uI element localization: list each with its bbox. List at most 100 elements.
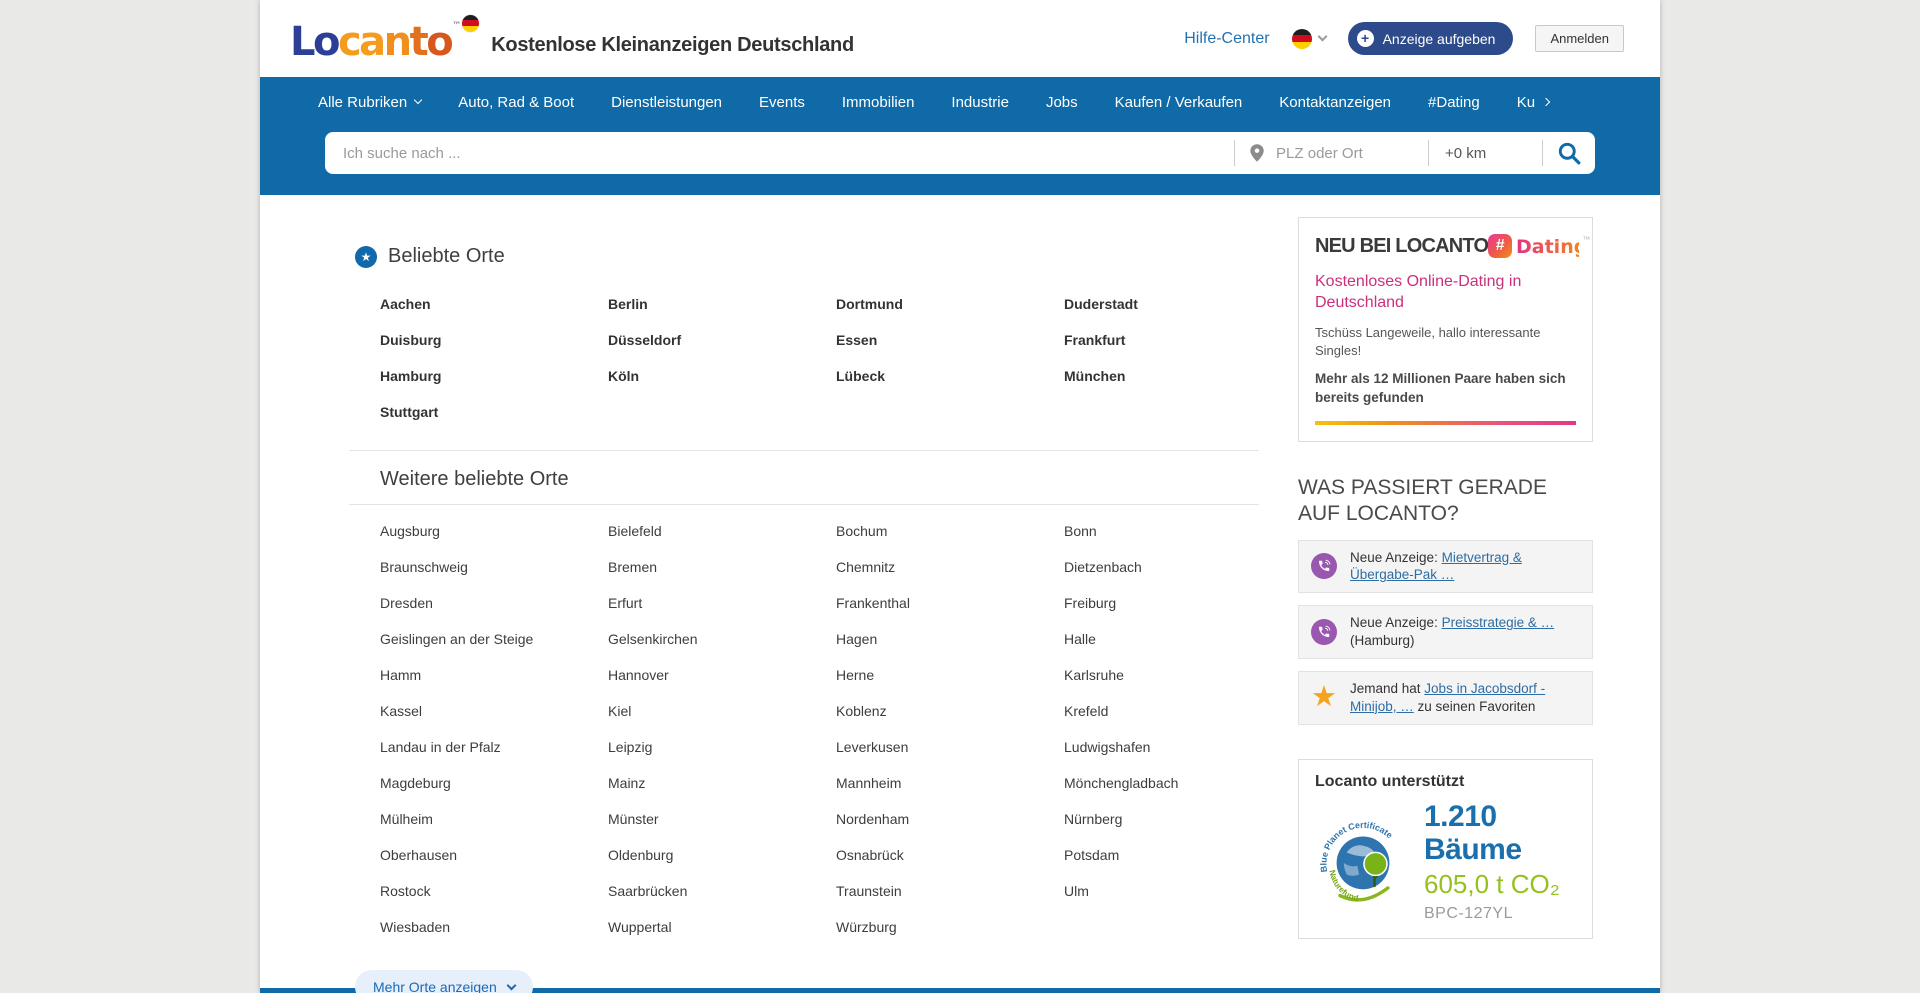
dating-promo-link[interactable]: Kostenloses Online-Dating in Deutschland — [1315, 272, 1576, 314]
phone-glyph — [1317, 625, 1331, 639]
city-link[interactable]: Bielefeld — [608, 523, 836, 539]
city-link[interactable]: Kiel — [608, 703, 836, 719]
city-link[interactable]: Ludwigshafen — [1064, 739, 1292, 755]
city-link[interactable]: Hamm — [380, 667, 608, 683]
city-link[interactable]: Geislingen an der Steige — [380, 631, 608, 647]
nav-more-categories[interactable]: Ku — [1503, 94, 1563, 111]
city-link[interactable]: Rostock — [380, 883, 608, 899]
nav-kontaktanzeigen[interactable]: Kontaktanzeigen — [1265, 94, 1405, 111]
phone-glyph — [1317, 559, 1331, 573]
nav-events[interactable]: Events — [745, 94, 819, 111]
city-link[interactable]: Hamburg — [380, 368, 608, 384]
show-more-places-button[interactable]: Mehr Orte anzeigen — [355, 970, 533, 993]
phone-icon — [1311, 553, 1337, 579]
city-link[interactable]: Freiburg — [1064, 595, 1292, 611]
ad-link[interactable]: Preisstrategie & … — [1442, 615, 1555, 630]
city-link[interactable]: Oldenburg — [608, 847, 836, 863]
nav-jobs[interactable]: Jobs — [1032, 94, 1092, 111]
city-link[interactable]: Chemnitz — [836, 559, 1064, 575]
city-link[interactable]: Düsseldorf — [608, 332, 836, 348]
dating-logo[interactable]: # Dating ™ — [1488, 233, 1590, 259]
logo-letter: n — [384, 19, 410, 65]
city-link[interactable]: Bremen — [608, 559, 836, 575]
city-link[interactable]: Köln — [608, 368, 836, 384]
city-link[interactable]: Erfurt — [608, 595, 836, 611]
login-button[interactable]: Anmelden — [1535, 25, 1624, 52]
city-link[interactable]: Hagen — [836, 631, 1064, 647]
city-link[interactable]: Kassel — [380, 703, 608, 719]
city-link[interactable]: Osnabrück — [836, 847, 1064, 863]
city-link[interactable]: Saarbrücken — [608, 883, 836, 899]
city-link[interactable]: Lübeck — [836, 368, 1064, 384]
city-link[interactable]: Dresden — [380, 595, 608, 611]
nav-auto-rad-boot[interactable]: Auto, Rad & Boot — [444, 94, 588, 111]
city-link[interactable]: Magdeburg — [380, 775, 608, 791]
city-link[interactable]: Ulm — [1064, 883, 1292, 899]
city-link[interactable]: Dortmund — [836, 296, 1064, 312]
city-link[interactable]: Nürnberg — [1064, 811, 1292, 827]
city-link[interactable]: München — [1064, 368, 1292, 384]
nav-dating[interactable]: #Dating — [1414, 94, 1494, 111]
city-link[interactable]: Mainz — [608, 775, 836, 791]
nav-industrie[interactable]: Industrie — [937, 94, 1023, 111]
city-link[interactable]: Karlsruhe — [1064, 667, 1292, 683]
city-link[interactable]: Berlin — [608, 296, 836, 312]
city-link[interactable]: Oberhausen — [380, 847, 608, 863]
location-input[interactable] — [1274, 144, 1414, 163]
city-link[interactable]: Augsburg — [380, 523, 608, 539]
city-link[interactable]: Braunschweig — [380, 559, 608, 575]
city-link[interactable]: Leverkusen — [836, 739, 1064, 755]
trademark-symbol: ™ — [452, 21, 461, 31]
city-link[interactable]: Potsdam — [1064, 847, 1292, 863]
popular-places-header: ★ Beliebte Orte — [349, 195, 1259, 268]
city-link[interactable]: Mannheim — [836, 775, 1064, 791]
content: ★ Beliebte Orte AachenBerlinDortmundDude… — [260, 195, 1660, 993]
language-selector[interactable] — [1292, 29, 1326, 49]
location-field[interactable] — [1235, 142, 1428, 164]
city-link[interactable]: Duderstadt — [1064, 296, 1292, 312]
german-flag-icon — [462, 15, 479, 32]
city-link[interactable]: Stuttgart — [380, 404, 608, 420]
city-link[interactable]: Münster — [608, 811, 836, 827]
city-link[interactable]: Bonn — [1064, 523, 1292, 539]
help-center-link[interactable]: Hilfe-Center — [1184, 30, 1269, 48]
city-link[interactable]: Wiesbaden — [380, 919, 608, 935]
city-link[interactable]: Aachen — [380, 296, 608, 312]
city-link[interactable]: Leipzig — [608, 739, 836, 755]
locanto-logo[interactable]: Locanto™ — [290, 16, 483, 62]
nav-immobilien[interactable]: Immobilien — [828, 94, 929, 111]
activity-text: Jemand hat Jobs in Jacobsdorf - Minijob,… — [1350, 680, 1580, 716]
co2-amount: 605,0 t CO₂ — [1424, 869, 1576, 900]
city-link[interactable]: Wuppertal — [608, 919, 836, 935]
city-link[interactable]: Nordenham — [836, 811, 1064, 827]
city-link[interactable]: Essen — [836, 332, 1064, 348]
activity-card: ★ Jemand hat Jobs in Jacobsdorf - Minijo… — [1298, 671, 1593, 725]
search-button[interactable] — [1543, 132, 1595, 174]
nav-bar: Alle Rubriken Auto, Rad & Boot Dienstlei… — [260, 77, 1660, 127]
city-link[interactable]: Gelsenkirchen — [608, 631, 836, 647]
page: Locanto™ Kostenlose Kleinanzeigen Deutsc… — [260, 0, 1660, 993]
city-link[interactable]: Frankenthal — [836, 595, 1064, 611]
nav-alle-rubriken[interactable]: Alle Rubriken — [304, 94, 435, 111]
city-link[interactable]: Koblenz — [836, 703, 1064, 719]
city-link[interactable]: Hannover — [608, 667, 836, 683]
city-link[interactable]: Halle — [1064, 631, 1292, 647]
search-input[interactable] — [325, 145, 1234, 162]
radius-select[interactable]: +0 km — [1429, 145, 1542, 162]
city-link[interactable]: Traunstein — [836, 883, 1064, 899]
main-navigation: Alle Rubriken Auto, Rad & Boot Dienstlei… — [260, 77, 1660, 195]
city-link[interactable]: Mönchengladbach — [1064, 775, 1292, 791]
city-link[interactable]: Mülheim — [380, 811, 608, 827]
city-link[interactable]: Landau in der Pfalz — [380, 739, 608, 755]
city-link[interactable]: Krefeld — [1064, 703, 1292, 719]
post-ad-button[interactable]: + Anzeige aufgeben — [1348, 22, 1514, 55]
city-link[interactable]: Würzburg — [836, 919, 1064, 935]
city-link[interactable]: Herne — [836, 667, 1064, 683]
nav-dienstleistungen[interactable]: Dienstleistungen — [597, 94, 736, 111]
city-link[interactable]: Duisburg — [380, 332, 608, 348]
nav-kaufen-verkaufen[interactable]: Kaufen / Verkaufen — [1101, 94, 1257, 111]
city-link[interactable]: Bochum — [836, 523, 1064, 539]
city-link[interactable]: Dietzenbach — [1064, 559, 1292, 575]
city-link[interactable]: Frankfurt — [1064, 332, 1292, 348]
svg-text:Dating: Dating — [1516, 236, 1579, 258]
